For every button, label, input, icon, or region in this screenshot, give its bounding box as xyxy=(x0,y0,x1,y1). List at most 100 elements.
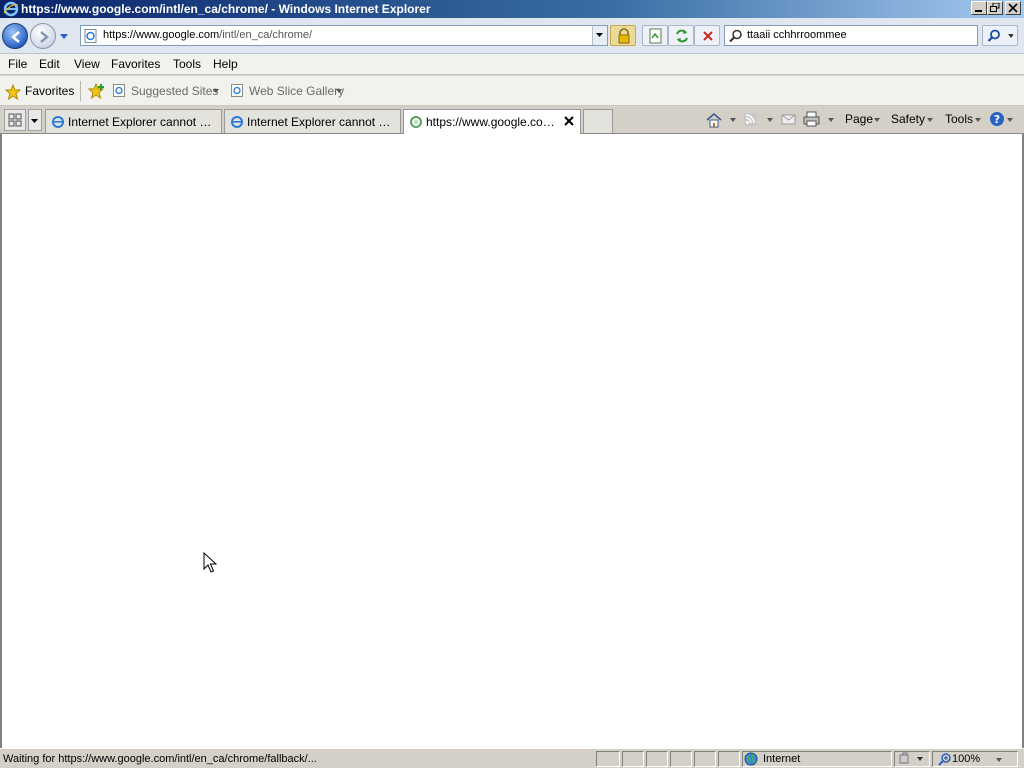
zoom-level: 100% xyxy=(952,753,981,765)
forward-icon xyxy=(40,31,49,43)
close-icon xyxy=(1008,3,1018,13)
ie-icon xyxy=(3,1,19,17)
close-tab-icon[interactable] xyxy=(564,116,574,126)
minimize-button[interactable] xyxy=(971,1,987,15)
suggested-sites-link[interactable]: Suggested Sites xyxy=(131,84,218,98)
menu-help[interactable]: Help xyxy=(213,57,238,71)
recent-pages-dropdown[interactable] xyxy=(59,30,69,42)
address-bar[interactable]: https://www.google.com/intl/en_ca/chrome… xyxy=(80,25,608,46)
mail-icon[interactable] xyxy=(781,111,797,127)
protected-mode-icon xyxy=(899,752,923,764)
chevron-down-icon[interactable] xyxy=(927,118,933,122)
address-dropdown-button[interactable] xyxy=(592,26,607,45)
chevron-down-icon xyxy=(31,119,38,123)
home-icon[interactable] xyxy=(705,111,723,129)
forward-button[interactable] xyxy=(30,23,56,49)
lock-icon xyxy=(618,28,630,44)
status-panel xyxy=(670,751,692,767)
chevron-down-icon[interactable] xyxy=(336,89,342,93)
svg-text:?: ? xyxy=(994,113,1000,126)
star-icon[interactable] xyxy=(5,84,21,100)
tab-label: Internet Explorer cannot dis... xyxy=(247,115,397,129)
search-go-icon xyxy=(987,29,1013,42)
page-content[interactable] xyxy=(0,134,1024,748)
window-title: https://www.google.com/intl/en_ca/chrome… xyxy=(21,2,431,16)
status-panel xyxy=(596,751,620,767)
chevron-down-icon[interactable] xyxy=(975,118,981,122)
chevron-down-icon[interactable] xyxy=(213,89,219,93)
rss-icon[interactable] xyxy=(743,111,759,127)
search-input[interactable]: ttaaii cchhrroommee xyxy=(724,25,978,46)
minimize-icon xyxy=(975,10,982,12)
menu-bar: File Edit View Favorites Tools Help xyxy=(0,54,1024,75)
address-url: https://www.google.com/intl/en_ca/chrome… xyxy=(103,29,313,41)
stop-icon xyxy=(703,31,713,41)
page-icon xyxy=(84,29,97,43)
ie-page-icon xyxy=(113,84,125,97)
zoom-icon xyxy=(938,753,951,766)
chevron-down-icon[interactable] xyxy=(730,118,736,122)
tab-2[interactable]: Internet Explorer cannot dis... xyxy=(224,109,401,133)
compat-view-icon xyxy=(649,28,662,44)
grid-icon xyxy=(8,113,22,127)
chevron-down-icon[interactable] xyxy=(1007,118,1013,122)
favorites-bar: Favorites Suggested Sites Web Slice Gall… xyxy=(0,76,1024,106)
menu-view[interactable]: View xyxy=(74,57,100,71)
page-menu[interactable]: Page xyxy=(845,112,873,126)
ie-icon xyxy=(231,116,243,128)
tab-bar: Internet Explorer cannot dis... Internet… xyxy=(0,106,1024,134)
status-text: Waiting for https://www.google.com/intl/… xyxy=(3,753,317,765)
web-slice-gallery-link[interactable]: Web Slice Gallery xyxy=(249,84,344,98)
chevron-down-icon[interactable] xyxy=(996,758,1002,762)
refresh-button[interactable] xyxy=(668,25,694,46)
search-query: ttaaii cchhrroommee xyxy=(747,29,847,41)
tab-label: Internet Explorer cannot dis... xyxy=(68,115,218,129)
tools-menu[interactable]: Tools xyxy=(945,112,973,126)
refresh-icon xyxy=(676,29,688,43)
search-button[interactable] xyxy=(982,25,1018,46)
status-panel xyxy=(694,751,716,767)
tab-list-dropdown[interactable] xyxy=(28,109,42,131)
restore-button[interactable] xyxy=(987,1,1003,15)
chevron-down-icon[interactable] xyxy=(767,118,773,122)
print-icon[interactable] xyxy=(803,111,821,127)
chevron-down-icon[interactable] xyxy=(874,118,880,122)
chevron-down-icon xyxy=(596,33,603,37)
loading-icon xyxy=(410,116,422,128)
mouse-cursor-icon xyxy=(203,552,217,573)
close-button[interactable] xyxy=(1005,1,1021,15)
quick-tabs-button[interactable] xyxy=(4,109,26,131)
status-bar: Waiting for https://www.google.com/intl/… xyxy=(0,748,1024,768)
status-panel xyxy=(718,751,740,767)
menu-edit[interactable]: Edit xyxy=(39,57,60,71)
protected-mode-panel[interactable] xyxy=(894,751,930,767)
back-button[interactable] xyxy=(2,23,28,49)
chevron-down-icon[interactable] xyxy=(828,118,834,122)
tab-label: https://www.google.com... xyxy=(426,115,560,129)
menu-tools[interactable]: Tools xyxy=(173,57,201,71)
safety-menu[interactable]: Safety xyxy=(891,112,925,126)
ie-page-icon xyxy=(231,84,243,97)
menu-file[interactable]: File xyxy=(8,57,27,71)
divider xyxy=(80,81,81,101)
tab-3-active[interactable]: https://www.google.com... xyxy=(403,109,581,134)
security-zone-label: Internet xyxy=(763,753,801,765)
add-to-favorites-icon[interactable] xyxy=(88,83,106,99)
help-icon[interactable]: ? xyxy=(989,111,1005,127)
back-icon xyxy=(11,31,20,43)
restore-icon xyxy=(990,3,1000,12)
tab-1[interactable]: Internet Explorer cannot dis... xyxy=(45,109,222,133)
stop-button[interactable] xyxy=(694,25,720,46)
ie-icon xyxy=(52,116,64,128)
status-panel xyxy=(646,751,668,767)
new-tab-button[interactable] xyxy=(583,109,613,133)
security-lock-button[interactable] xyxy=(610,25,636,46)
globe-icon xyxy=(744,752,758,766)
compatibility-view-button[interactable] xyxy=(642,25,668,46)
favorites-button[interactable]: Favorites xyxy=(25,84,74,98)
status-panel xyxy=(622,751,644,767)
menu-favorites[interactable]: Favorites xyxy=(111,57,160,71)
search-icon xyxy=(729,29,742,43)
navigation-bar: https://www.google.com/intl/en_ca/chrome… xyxy=(0,18,1024,54)
title-bar: https://www.google.com/intl/en_ca/chrome… xyxy=(0,0,1024,18)
